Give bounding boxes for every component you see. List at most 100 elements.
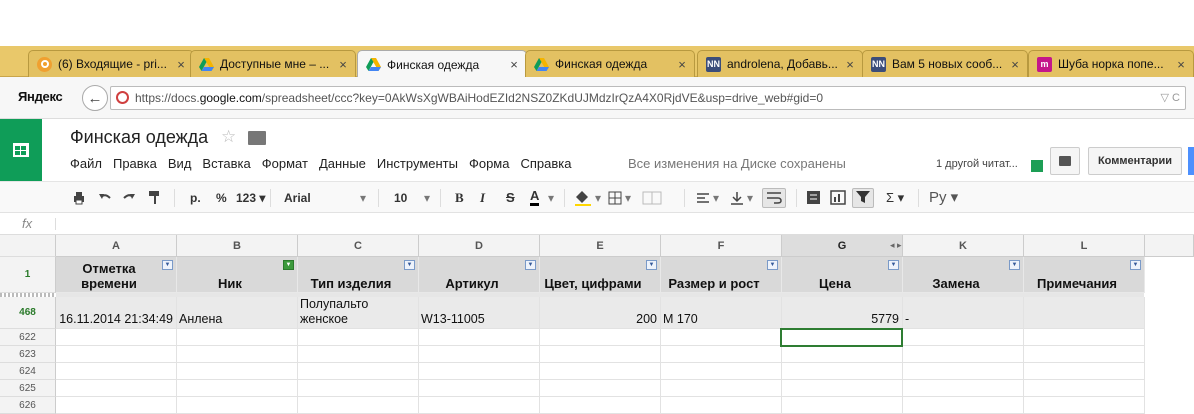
tab-6[interactable]: NN Вам 5 новых сооб... × xyxy=(862,50,1028,77)
empty-cell[interactable] xyxy=(177,397,298,414)
chevron-down-icon[interactable]: ▾ xyxy=(625,189,631,207)
yandex-logo[interactable]: Яндекс xyxy=(18,89,63,104)
empty-cell[interactable] xyxy=(1024,380,1145,397)
empty-cell[interactable] xyxy=(782,346,903,363)
font-family-dropdown[interactable]: Arial xyxy=(284,189,311,207)
empty-cell[interactable] xyxy=(782,380,903,397)
url-actions-icons[interactable]: ▽ C xyxy=(1161,91,1180,104)
empty-cell[interactable] xyxy=(298,346,419,363)
menu-item-9[interactable]: Справка xyxy=(520,156,571,171)
filter-button[interactable] xyxy=(852,188,874,208)
row-header[interactable]: 468 xyxy=(0,297,56,329)
hidden-columns-arrows-icon[interactable]: ◂ ▸ xyxy=(890,240,902,251)
empty-cell[interactable] xyxy=(903,329,1024,346)
data-cell-C[interactable]: Полупальто женское xyxy=(298,297,419,329)
empty-cell[interactable] xyxy=(540,363,661,380)
column-header-E[interactable]: E xyxy=(540,235,661,257)
empty-cell[interactable] xyxy=(540,329,661,346)
empty-cell[interactable] xyxy=(419,329,540,346)
menu-item-2[interactable]: Правка xyxy=(113,156,157,171)
fill-color-icon[interactable] xyxy=(574,190,592,206)
empty-cell[interactable] xyxy=(177,380,298,397)
share-button[interactable] xyxy=(1188,147,1194,175)
url-input[interactable]: https://docs.google.com/spreadsheet/ccc?… xyxy=(110,86,1186,110)
data-cell-L[interactable] xyxy=(1024,297,1145,329)
data-cell-K[interactable]: - xyxy=(903,297,1024,329)
filter-dropdown-icon[interactable]: ▼ xyxy=(525,260,536,270)
chevron-down-icon[interactable]: ▾ xyxy=(424,189,430,207)
star-icon[interactable]: ☆ xyxy=(221,127,236,147)
align-left-icon[interactable] xyxy=(696,191,710,205)
back-button[interactable]: ← xyxy=(82,85,108,111)
empty-cell[interactable] xyxy=(298,380,419,397)
input-tools-dropdown[interactable]: Ру ▾ xyxy=(929,189,958,207)
font-size-dropdown[interactable]: 10 xyxy=(394,189,407,207)
header-cell-A[interactable]: Отметка времени ▼ xyxy=(56,257,177,293)
filter-dropdown-icon[interactable]: ▼ xyxy=(1009,260,1020,270)
empty-cell[interactable] xyxy=(903,363,1024,380)
paint-format-icon[interactable] xyxy=(148,190,162,206)
collaborators-label[interactable]: 1 другой читат... xyxy=(936,158,1018,170)
column-header-A[interactable]: A xyxy=(56,235,177,257)
close-icon[interactable]: × xyxy=(508,57,520,72)
site-info-icon[interactable] xyxy=(116,91,129,104)
selected-cell[interactable] xyxy=(780,328,903,347)
empty-cell[interactable] xyxy=(540,380,661,397)
filter-dropdown-icon[interactable]: ▼ xyxy=(767,260,778,270)
empty-cell[interactable] xyxy=(1024,346,1145,363)
insert-comment-icon[interactable] xyxy=(806,190,821,205)
empty-cell[interactable] xyxy=(661,363,782,380)
empty-cell[interactable] xyxy=(903,397,1024,414)
percent-format-button[interactable]: % xyxy=(216,189,227,207)
filter-dropdown-icon[interactable]: ▼ xyxy=(162,260,173,270)
data-cell-A[interactable]: 16.11.2014 21:34:49 xyxy=(56,297,177,329)
empty-cell[interactable] xyxy=(56,329,177,346)
empty-cell[interactable] xyxy=(56,346,177,363)
italic-button[interactable]: I xyxy=(480,189,485,207)
row-header[interactable]: 624 xyxy=(0,363,56,380)
empty-cell[interactable] xyxy=(1024,329,1145,346)
row-header[interactable]: 626 xyxy=(0,397,56,414)
close-icon[interactable]: × xyxy=(1009,57,1021,72)
text-color-button[interactable]: A xyxy=(530,189,540,206)
sheets-home-icon[interactable] xyxy=(0,119,42,181)
spreadsheet-grid[interactable]: A B C D E F G K L ◂ ▸ 1 Отметка времени ▼ Ник ▼ Тип из… xyxy=(0,235,1194,414)
undo-icon[interactable] xyxy=(98,191,112,205)
header-cell-D[interactable]: Артикул ▼ xyxy=(419,257,540,293)
header-cell-C[interactable]: Тип изделия ▼ xyxy=(298,257,419,293)
column-header-L[interactable]: L xyxy=(1024,235,1145,257)
close-icon[interactable]: × xyxy=(175,57,187,72)
header-cell-E[interactable]: Цвет, цифрами ▼ xyxy=(540,257,661,293)
header-cell-F[interactable]: Размер и рост ▼ xyxy=(661,257,782,293)
select-all-corner[interactable] xyxy=(0,235,56,257)
header-cell-L[interactable]: Примечания ▼ xyxy=(1024,257,1145,293)
menu-item-3[interactable]: Вид xyxy=(168,156,192,171)
menu-item-6[interactable]: Данные xyxy=(319,156,366,171)
print-icon[interactable] xyxy=(72,191,86,205)
header-cell-K[interactable]: Замена ▼ xyxy=(903,257,1024,293)
header-cell-B[interactable]: Ник ▼ xyxy=(177,257,298,293)
data-cell-G[interactable]: 5779 xyxy=(782,297,903,329)
empty-cell[interactable] xyxy=(782,363,903,380)
empty-cell[interactable] xyxy=(56,363,177,380)
row-header[interactable]: 622 xyxy=(0,329,56,346)
close-icon[interactable]: × xyxy=(337,57,349,72)
data-cell-B[interactable]: Анлена xyxy=(177,297,298,329)
empty-cell[interactable] xyxy=(661,397,782,414)
currency-format-button[interactable]: р. xyxy=(190,189,201,207)
document-title[interactable]: Финская одежда xyxy=(70,127,208,148)
empty-cell[interactable] xyxy=(419,363,540,380)
header-cell-G[interactable]: Цена ▼ xyxy=(782,257,903,293)
chat-button[interactable] xyxy=(1050,147,1080,175)
tab-7[interactable]: m Шуба норка попе... × xyxy=(1028,50,1194,77)
close-icon[interactable]: × xyxy=(1175,57,1187,72)
data-cell-D[interactable]: W13-11005 xyxy=(419,297,540,329)
empty-cell[interactable] xyxy=(1024,397,1145,414)
chevron-down-icon[interactable]: ▾ xyxy=(713,189,719,207)
empty-cell[interactable] xyxy=(177,346,298,363)
tab-3[interactable]: Финская одежда × xyxy=(357,50,527,78)
borders-icon[interactable] xyxy=(608,191,622,205)
redo-icon[interactable] xyxy=(122,191,136,205)
empty-cell[interactable] xyxy=(177,363,298,380)
vertical-align-bottom-icon[interactable] xyxy=(730,191,744,205)
